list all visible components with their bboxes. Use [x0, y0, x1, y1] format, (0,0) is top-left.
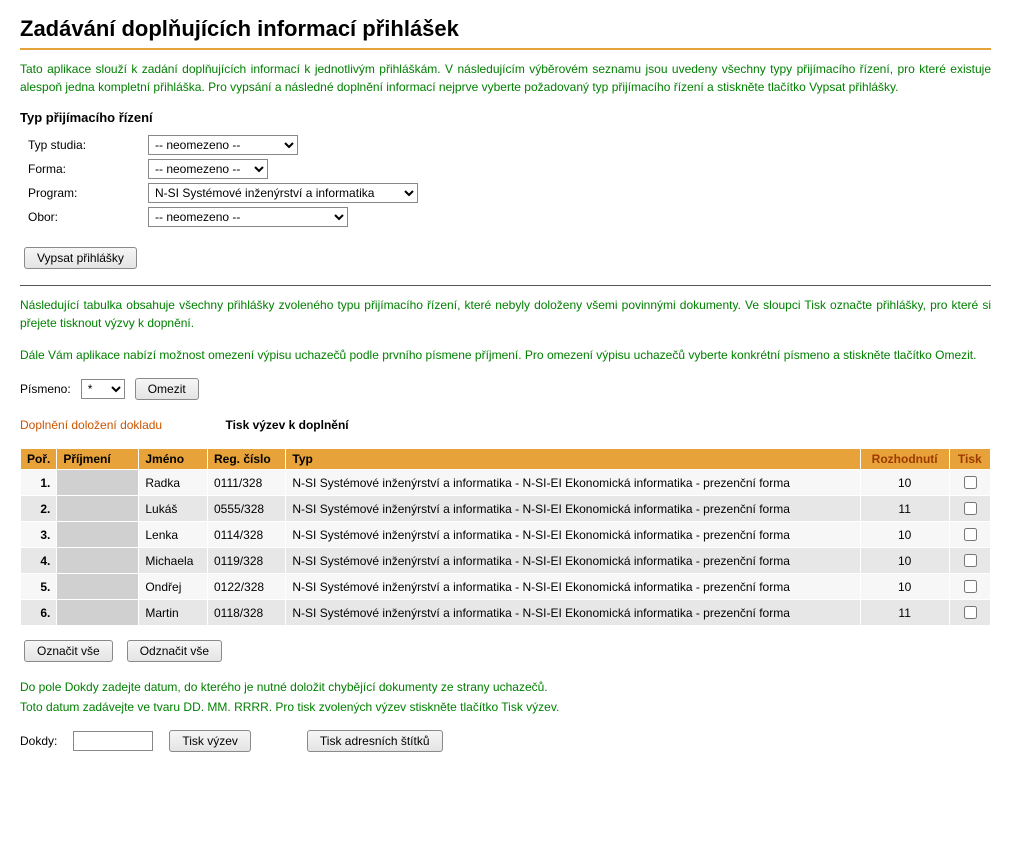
th-typ: Typ [286, 449, 860, 470]
cell-rozhodnuti: 11 [860, 496, 949, 522]
cell-prijmeni [57, 470, 139, 496]
cell-prijmeni [57, 548, 139, 574]
th-por: Poř. [21, 449, 57, 470]
cell-por: 4. [21, 548, 57, 574]
dokdy-input[interactable] [73, 731, 153, 751]
omezit-button[interactable]: Omezit [135, 378, 199, 400]
obor-label: Obor: [28, 210, 148, 224]
cell-por: 1. [21, 470, 57, 496]
th-tisk: Tisk [949, 449, 990, 470]
tisk-checkbox[interactable] [964, 606, 977, 619]
cell-typ: N-SI Systémové inženýrství a informatika… [286, 522, 860, 548]
cell-regcislo: 0111/328 [208, 470, 286, 496]
cell-regcislo: 0119/328 [208, 548, 286, 574]
cell-tisk [949, 600, 990, 626]
table-row: 4. Michaela0119/328N-SI Systémové inženýr… [21, 548, 991, 574]
cell-rozhodnuti: 10 [860, 548, 949, 574]
tab-doplneni[interactable]: Doplnění doložení dokladu [20, 418, 162, 432]
cell-jmeno: Ondřej [139, 574, 208, 600]
cell-regcislo: 0555/328 [208, 496, 286, 522]
pismeno-select[interactable]: * [81, 379, 125, 399]
cell-tisk [949, 548, 990, 574]
cell-jmeno: Michaela [139, 548, 208, 574]
cell-por: 6. [21, 600, 57, 626]
tisk-stitku-button[interactable]: Tisk adresních štítků [307, 730, 443, 752]
cell-prijmeni [57, 600, 139, 626]
cell-por: 3. [21, 522, 57, 548]
page-title: Zadávání doplňujících informací přihláše… [20, 16, 991, 42]
cell-rozhodnuti: 10 [860, 574, 949, 600]
table-row: 2. Lukáš0555/328N-SI Systémové inženýrstv… [21, 496, 991, 522]
cell-regcislo: 0122/328 [208, 574, 286, 600]
cell-jmeno: Lukáš [139, 496, 208, 522]
oznacit-vse-button[interactable]: Označit vše [24, 640, 113, 662]
cell-rozhodnuti: 11 [860, 600, 949, 626]
obor-select[interactable]: -- neomezeno -- [148, 207, 348, 227]
cell-prijmeni [57, 496, 139, 522]
cell-por: 2. [21, 496, 57, 522]
typ-studia-label: Typ studia: [28, 138, 148, 152]
mid-text-1: Následující tabulka obsahuje všechny při… [20, 296, 991, 332]
forma-label: Forma: [28, 162, 148, 176]
program-select[interactable]: N-SI Systémové inženýrství a informatika [148, 183, 418, 203]
cell-jmeno: Lenka [139, 522, 208, 548]
th-regcislo: Reg. číslo [208, 449, 286, 470]
dokdy-label: Dokdy: [20, 734, 57, 748]
cell-tisk [949, 574, 990, 600]
intro-text: Tato aplikace slouží k zadání doplňující… [20, 60, 991, 96]
typ-studia-select[interactable]: -- neomezeno -- [148, 135, 298, 155]
th-rozhodnuti: Rozhodnutí [860, 449, 949, 470]
cell-typ: N-SI Systémové inženýrství a informatika… [286, 470, 860, 496]
table-row: 1. Radka0111/328N-SI Systémové inženýrstv… [21, 470, 991, 496]
tisk-checkbox[interactable] [964, 476, 977, 489]
tisk-checkbox[interactable] [964, 502, 977, 515]
table-row: 3. Lenka0114/328N-SI Systémové inženýrstv… [21, 522, 991, 548]
cell-prijmeni [57, 522, 139, 548]
vypsat-button[interactable]: Vypsat přihlášky [24, 247, 137, 269]
tisk-checkbox[interactable] [964, 580, 977, 593]
applications-table: Poř. Příjmení Jméno Reg. číslo Typ Rozho… [20, 448, 991, 626]
bottom-text-2: Toto datum zadávejte ve tvaru DD. MM. RR… [20, 698, 991, 716]
table-row: 5. Ondřej0122/328N-SI Systémové inženýrst… [21, 574, 991, 600]
tisk-vyzev-button[interactable]: Tisk výzev [169, 730, 251, 752]
cell-regcislo: 0118/328 [208, 600, 286, 626]
th-jmeno: Jméno [139, 449, 208, 470]
cell-typ: N-SI Systémové inženýrství a informatika… [286, 548, 860, 574]
cell-typ: N-SI Systémové inženýrství a informatika… [286, 574, 860, 600]
cell-tisk [949, 522, 990, 548]
title-rule [20, 48, 991, 50]
table-row: 6. Martin0118/328N-SI Systémové inženýrst… [21, 600, 991, 626]
pismeno-label: Písmeno: [20, 382, 71, 396]
cell-jmeno: Radka [139, 470, 208, 496]
divider-1 [20, 285, 991, 286]
cell-typ: N-SI Systémové inženýrství a informatika… [286, 496, 860, 522]
forma-select[interactable]: -- neomezeno -- [148, 159, 268, 179]
cell-rozhodnuti: 10 [860, 522, 949, 548]
cell-prijmeni [57, 574, 139, 600]
cell-regcislo: 0114/328 [208, 522, 286, 548]
cell-por: 5. [21, 574, 57, 600]
odznacit-vse-button[interactable]: Odznačit vše [127, 640, 222, 662]
bottom-text-1: Do pole Dokdy zadejte datum, do kterého … [20, 678, 991, 696]
cell-typ: N-SI Systémové inženýrství a informatika… [286, 600, 860, 626]
cell-jmeno: Martin [139, 600, 208, 626]
tisk-checkbox[interactable] [964, 554, 977, 567]
mid-text-2: Dále Vám aplikace nabízí možnost omezení… [20, 346, 991, 364]
cell-rozhodnuti: 10 [860, 470, 949, 496]
tisk-checkbox[interactable] [964, 528, 977, 541]
cell-tisk [949, 496, 990, 522]
tab-tisk-vyzev[interactable]: Tisk výzev k doplnění [225, 418, 348, 432]
program-label: Program: [28, 186, 148, 200]
filter-section-title: Typ přijímacího řízení [20, 110, 991, 125]
cell-tisk [949, 470, 990, 496]
th-prijmeni: Příjmení [57, 449, 139, 470]
